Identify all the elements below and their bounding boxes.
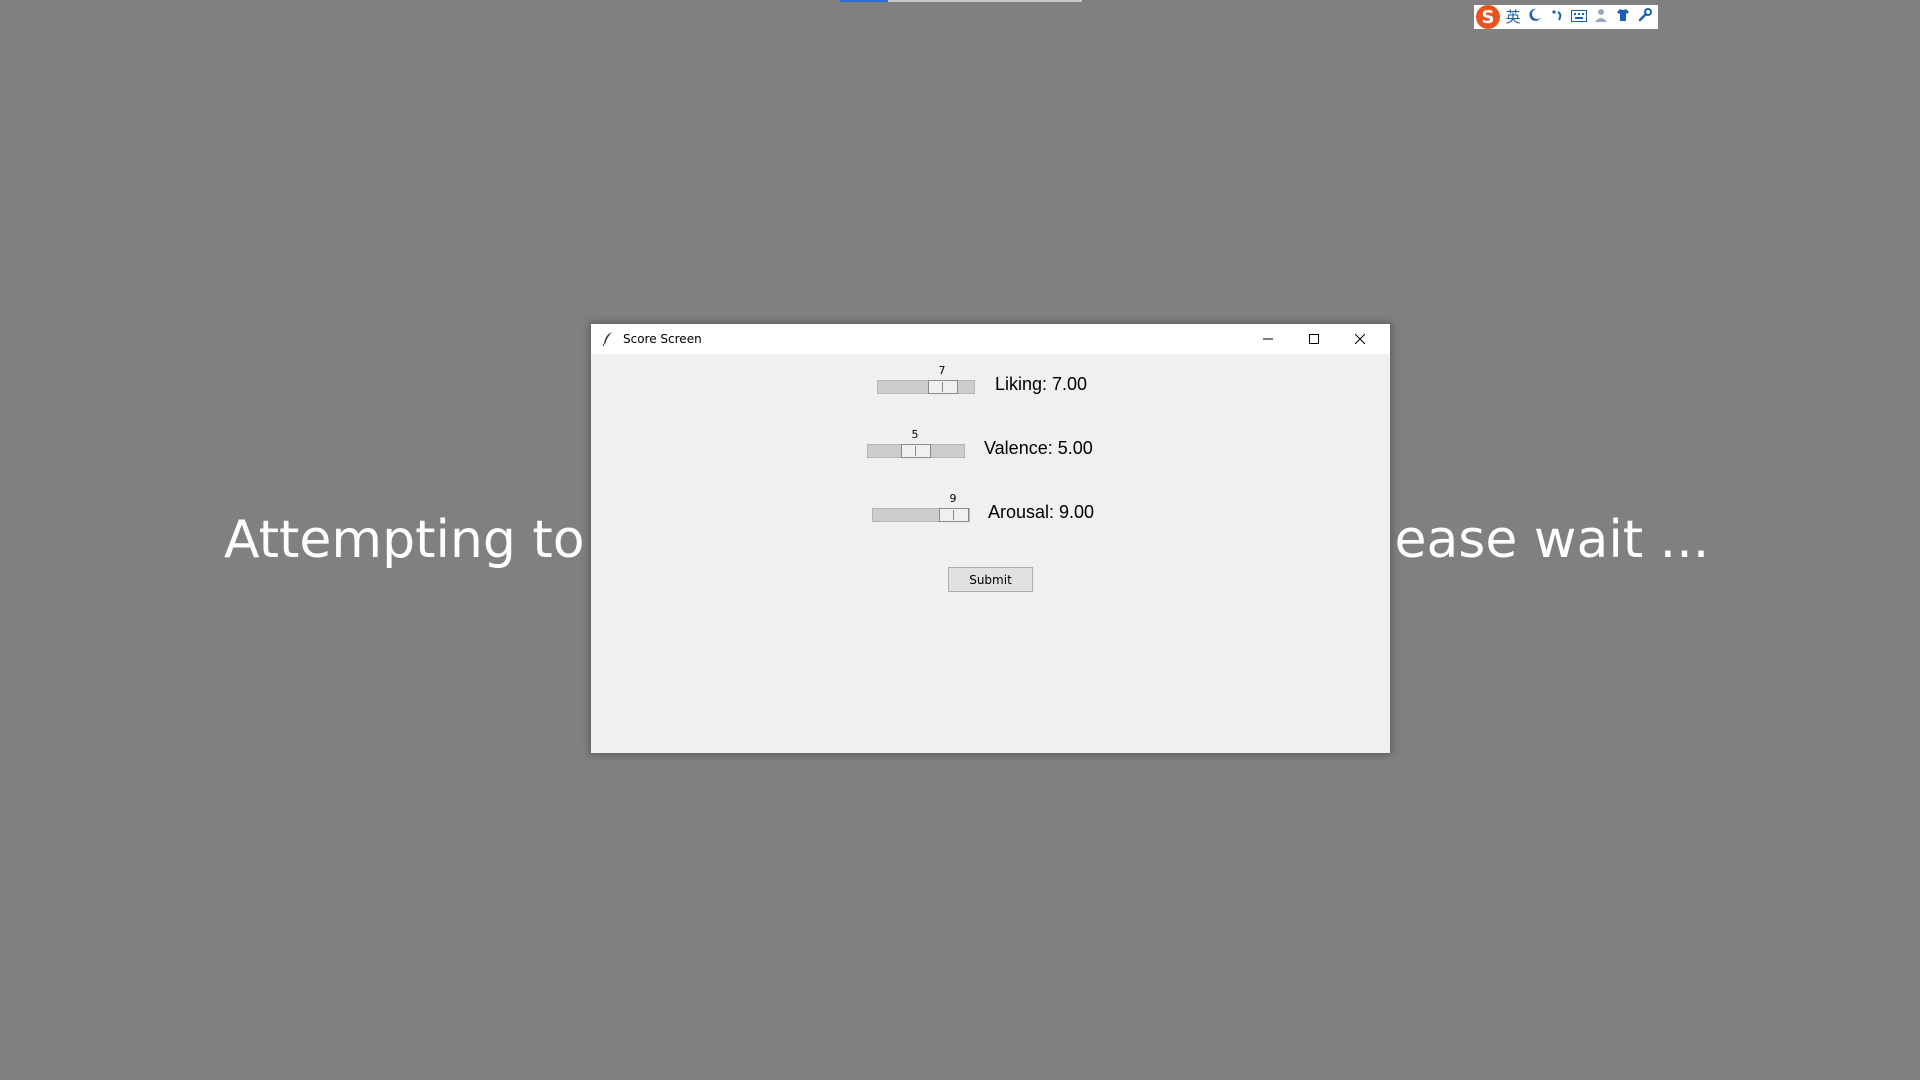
punctuation-icon[interactable] — [1548, 5, 1566, 29]
feather-icon — [602, 332, 612, 347]
liking-row: 7 Liking: 7.00 — [877, 364, 1117, 404]
maximize-button[interactable] — [1291, 324, 1337, 354]
title-bar[interactable]: Score Screen — [591, 324, 1390, 354]
valence-label: Valence: 5.00 — [984, 438, 1093, 458]
top-progress-fill — [840, 0, 888, 2]
valence-scale-value: 5 — [911, 428, 919, 441]
minimize-button[interactable] — [1245, 324, 1291, 354]
close-button[interactable] — [1337, 324, 1383, 354]
moon-icon[interactable] — [1526, 5, 1544, 29]
liking-slider-handle[interactable] — [928, 380, 958, 394]
liking-label: Liking: 7.00 — [995, 374, 1088, 394]
background-message-right: lease wait ... — [1380, 510, 1710, 570]
score-screen-window: Score Screen 7 Liking: 7.00 5 Valence: 5… — [590, 323, 1391, 754]
wrench-icon[interactable] — [1636, 5, 1654, 29]
minimize-icon — [1263, 338, 1273, 340]
arousal-label: Arousal: 9.00 — [988, 502, 1095, 522]
person-icon[interactable] — [1592, 5, 1610, 29]
window-title: Score Screen — [623, 332, 702, 346]
arousal-row: 9 Arousal: 9.00 — [872, 492, 1122, 532]
valence-slider-handle[interactable] — [901, 444, 931, 458]
submit-button[interactable]: Submit — [948, 567, 1033, 592]
ime-logo[interactable]: S — [1476, 5, 1500, 29]
valence-row: 5 Valence: 5.00 — [867, 428, 1117, 468]
arousal-slider[interactable] — [872, 508, 970, 522]
arousal-slider-handle[interactable] — [939, 508, 969, 522]
shirt-icon[interactable] — [1614, 5, 1632, 29]
arousal-scale-value: 9 — [949, 492, 957, 505]
liking-scale-value: 7 — [938, 364, 946, 377]
background-message-left: Attempting to — [224, 510, 585, 570]
ime-language-toggle[interactable]: 英 — [1504, 5, 1522, 29]
ime-toolbar: S 英 — [1474, 5, 1658, 29]
liking-slider[interactable] — [877, 380, 975, 394]
maximize-icon — [1309, 334, 1319, 344]
keyboard-icon[interactable] — [1570, 5, 1588, 29]
close-icon — [1355, 334, 1365, 344]
valence-slider[interactable] — [867, 444, 965, 458]
